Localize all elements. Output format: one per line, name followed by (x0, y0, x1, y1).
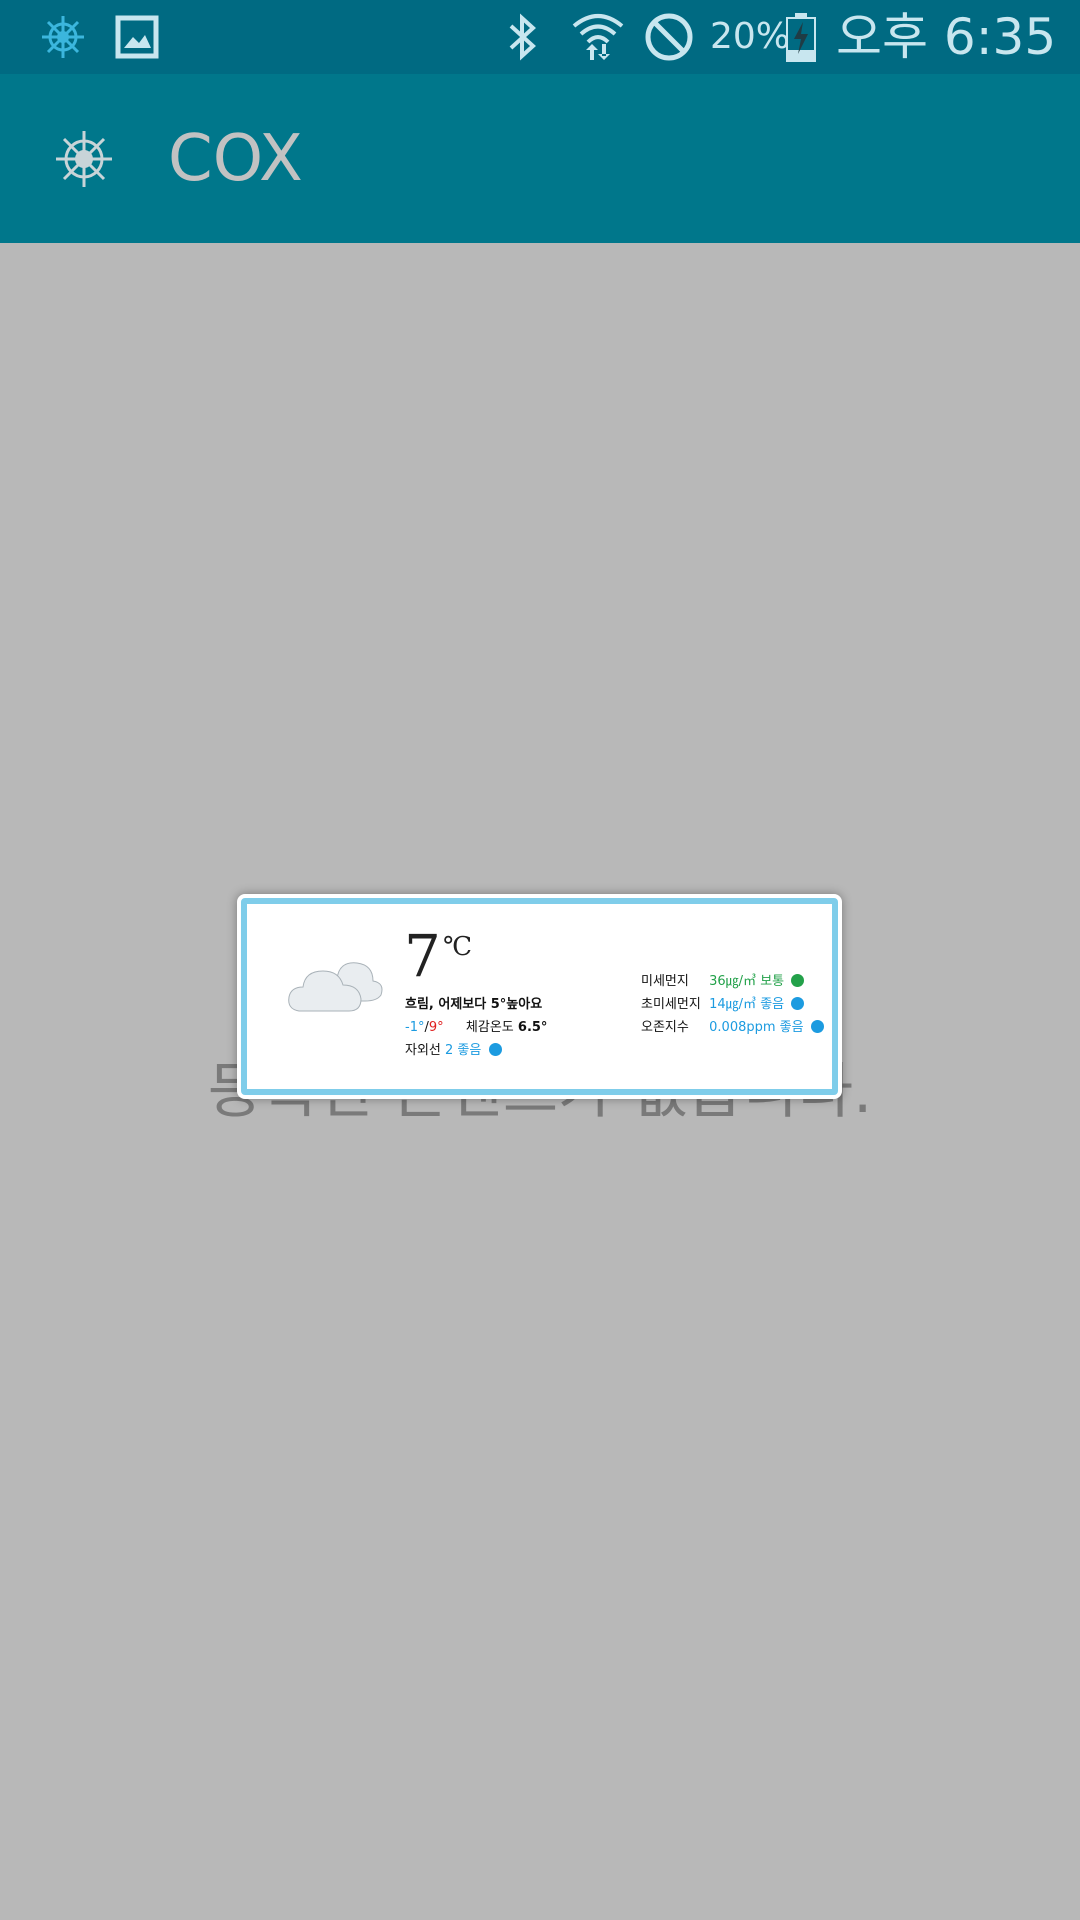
temperature-value: 7 (404, 922, 441, 990)
aq-row-pm10: 미세먼지 36㎍/㎥ 보통 (641, 970, 805, 989)
uv-label: 자외선 (405, 1043, 441, 1058)
temperature-range: -1°/9° 체감온도 6.5° (405, 1016, 547, 1035)
high-temperature: 9° (428, 1020, 444, 1035)
good-face-icon (810, 1020, 824, 1033)
good-face-icon (488, 1043, 502, 1056)
weather-widget-frame: 7 ℃ 흐림, 어제보다 5°높아요 -1°/9° 체감온도 6.5° 자외선 … (241, 898, 838, 1095)
good-face-icon (791, 997, 805, 1010)
uv-value: 2 좋음 (445, 1043, 482, 1058)
weather-condition: 흐림, 어제보다 5°높아요 (405, 997, 543, 1012)
status-bar: 20% 오후 6:35 (0, 0, 1080, 74)
cloud-icon (285, 949, 385, 1019)
battery-percent: 20% (710, 16, 791, 57)
aq-label: 미세먼지 (641, 974, 689, 989)
aq-value: 14㎍/㎥ 좋음 (709, 997, 785, 1012)
app-title: COX (168, 122, 303, 196)
status-time: 오후 6:35 (836, 8, 1057, 66)
feels-like-value: 6.5° (517, 1020, 548, 1035)
image-icon (112, 10, 162, 64)
wifi-icon (568, 10, 628, 64)
uv-index: 자외선 2 좋음 (405, 1039, 502, 1058)
aq-row-pm25: 초미세먼지 14㎍/㎥ 좋음 (641, 993, 805, 1012)
aq-label: 초미세먼지 (641, 997, 701, 1012)
block-icon (642, 10, 696, 64)
battery-charging-icon (784, 10, 818, 64)
aq-value: 0.008ppm 좋음 (709, 1020, 804, 1035)
aq-label: 오존지수 (641, 1020, 689, 1035)
temperature-unit: ℃ (443, 932, 473, 962)
bluetooth-icon (500, 10, 546, 64)
aq-value: 36㎍/㎥ 보통 (709, 974, 785, 989)
helm-icon (36, 10, 90, 64)
app-bar: COX (0, 74, 1080, 243)
helm-icon[interactable] (52, 127, 116, 191)
feels-like-label: 체감온도 (465, 1020, 514, 1035)
low-temperature: -1° (405, 1020, 425, 1035)
weather-widget[interactable]: 7 ℃ 흐림, 어제보다 5°높아요 -1°/9° 체감온도 6.5° 자외선 … (237, 894, 842, 1099)
aq-row-ozone: 오존지수 0.008ppm 좋음 (641, 1016, 824, 1035)
normal-face-icon (791, 974, 805, 987)
